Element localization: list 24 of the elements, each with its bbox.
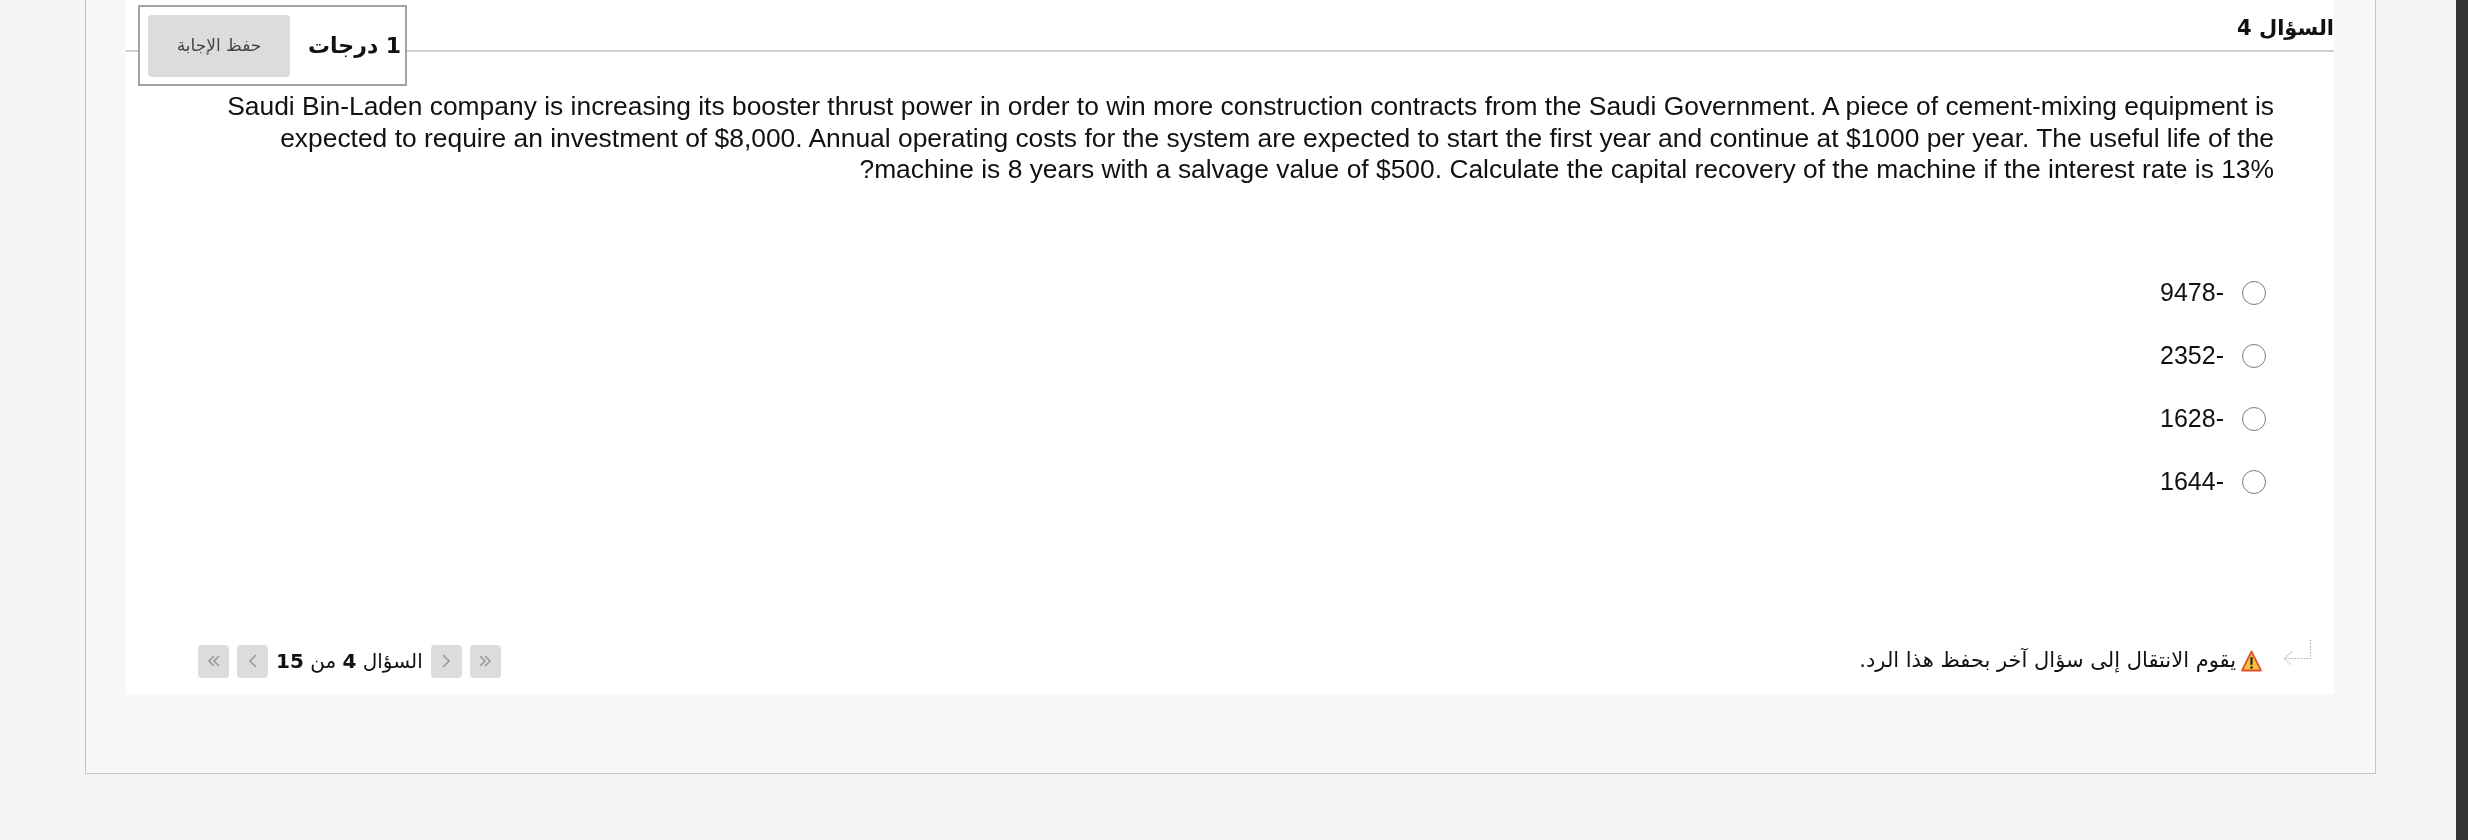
double-chevron-right-icon — [478, 655, 493, 667]
page-nav-button[interactable] — [430, 644, 462, 678]
chevron-right-icon — [442, 654, 451, 668]
option-label[interactable]: 1628- — [2160, 400, 2224, 438]
option-label[interactable]: 2352- — [2160, 337, 2224, 375]
radio-button[interactable] — [2242, 344, 2266, 368]
points-label: 1 درجات — [308, 32, 402, 60]
double-chevron-left-icon — [206, 655, 221, 667]
radio-button[interactable] — [2242, 470, 2266, 494]
chevron-left-icon — [248, 654, 257, 668]
scrollbar[interactable] — [2456, 0, 2468, 840]
save-answer-button[interactable]: حفظ الإجابة — [148, 14, 290, 77]
return-arrow-icon — [2282, 640, 2312, 666]
page-nav-button[interactable] — [469, 644, 501, 678]
page-nav-button[interactable] — [198, 644, 229, 678]
option-label[interactable]: 1644- — [2160, 463, 2224, 501]
warning-icon — [2241, 650, 2262, 672]
radio-button[interactable] — [2242, 281, 2266, 305]
save-notice-text: يقوم الانتقال إلى سؤال آخر بحفظ هذا الرد. — [1859, 647, 2236, 675]
question-text: Saudi Bin-Laden company is increasing its booster thrust power in order to win more construction contracts from the Saudi Government. A piece of cement-mixing equipment is expected to require an investment of $8,000. Annual operating costs for the system are expected to start the first year and continue at $1000 per year. The useful life of the ?machine is 8 years with a salvage value of $500. Calculate the capital recovery of the machine if the interest rate is 13% — [226, 91, 2274, 186]
radio-button[interactable] — [2242, 407, 2266, 431]
page-nav-button[interactable] — [237, 644, 268, 678]
question-title: السؤال 4 — [2237, 15, 2334, 42]
option-label[interactable]: 9478- — [2160, 274, 2224, 312]
